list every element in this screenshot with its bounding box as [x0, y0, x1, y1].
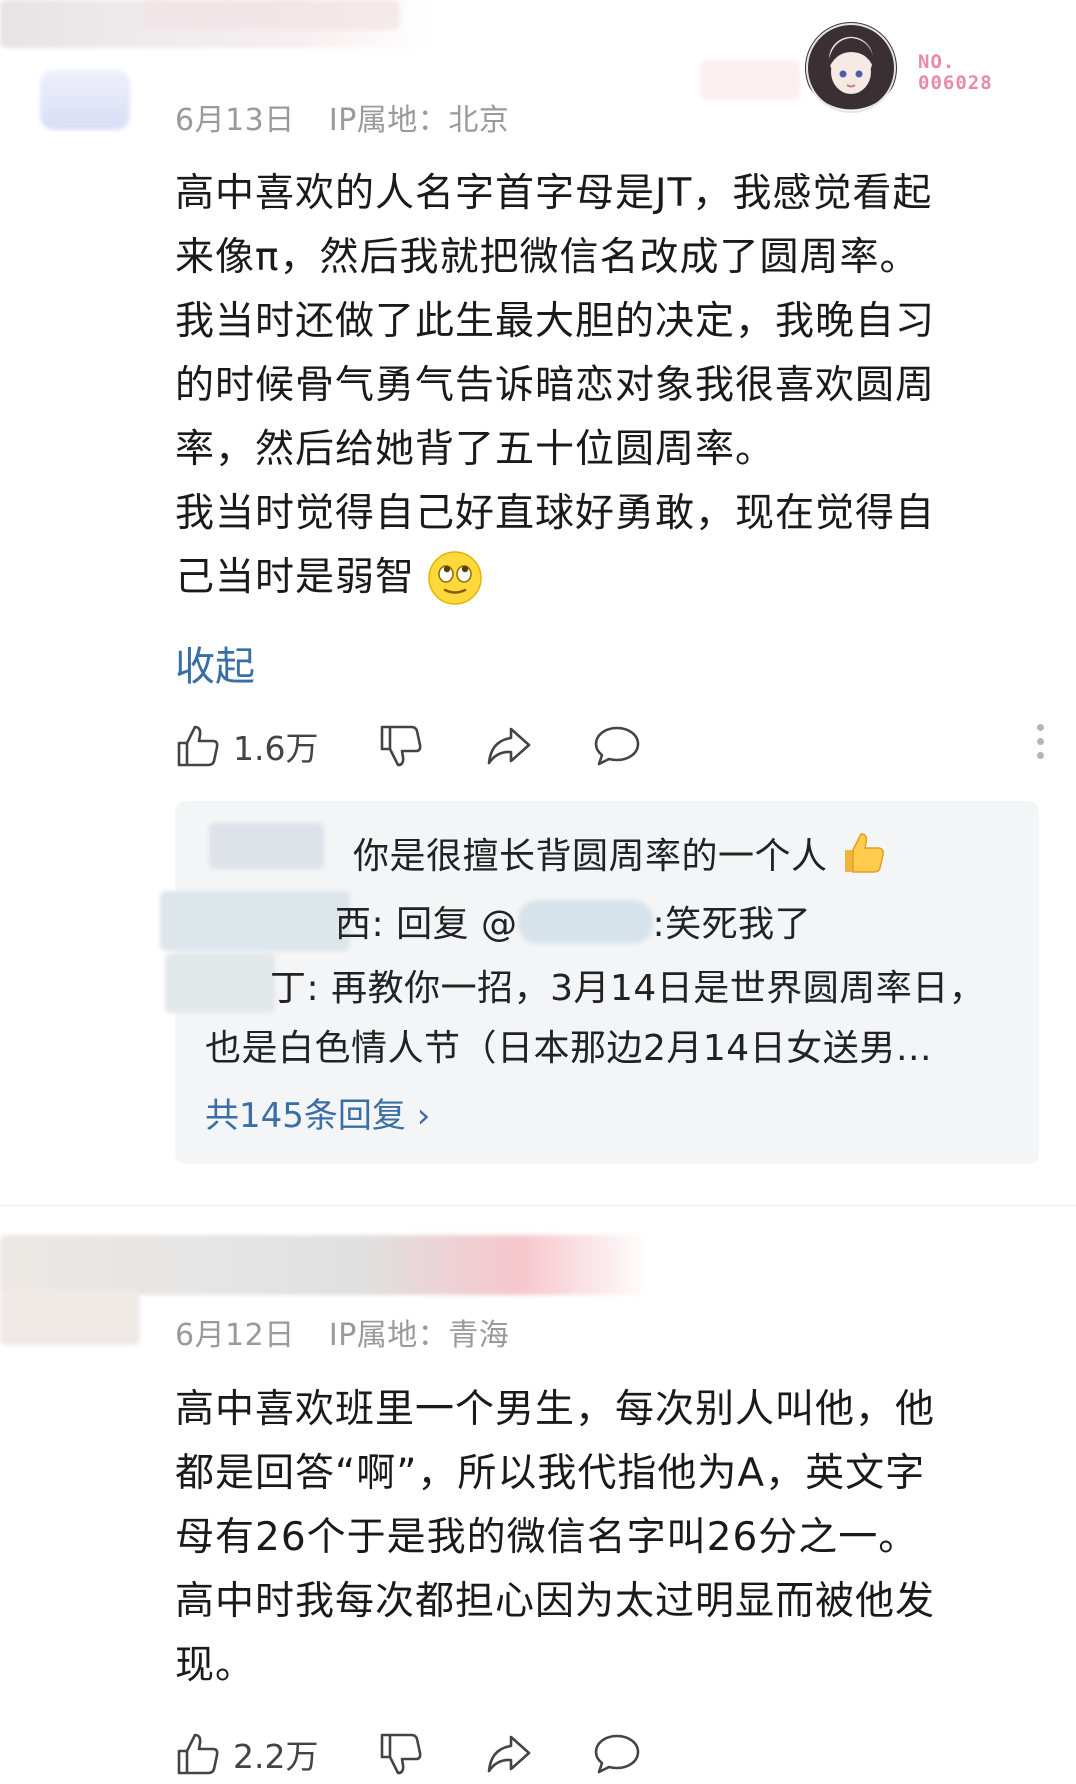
comment-line: 我当时还做了此生最大胆的决定，我晚自习	[175, 299, 936, 344]
comment-line: 高中喜欢班里一个男生，每次别人叫他，他	[175, 1387, 936, 1432]
comment-line: 来像π，然后我就把微信名改成了圆周率。	[175, 235, 920, 280]
share-icon	[487, 727, 531, 765]
comment-line: 现。	[175, 1643, 256, 1688]
comment-actions: 2.2万	[175, 1728, 1045, 1780]
reply-line-3[interactable]: 丁: 再教你一招，3月14日是世界圆周率日，	[270, 959, 985, 1011]
reply-line-4[interactable]: 也是白色情人节（日本那边2月14日女送男…	[205, 1019, 932, 1071]
user-avatar-badge[interactable]	[805, 22, 897, 114]
comment-divider	[0, 1205, 1076, 1206]
view-all-replies-link[interactable]: 共145条回复 ›	[205, 1088, 430, 1137]
reply-preview-box[interactable]: 你是很擅长背圆周率的一个人 西: 回复 @ :笑死我了 丁: 再教你一招，3月14…	[160, 801, 1039, 1164]
comment-meta: 6月13日 IP属地：北京	[175, 95, 509, 139]
thumbs-down-icon	[380, 1733, 422, 1775]
comment-line: 母有26个于是我的微信名字叫26分之一。	[175, 1515, 919, 1560]
emoji-roll-eyes-icon	[428, 551, 482, 605]
user-number-badge: NO. 006028	[918, 52, 993, 94]
comment-line: 我当时觉得自己好直球好勇敢，现在觉得自	[175, 491, 936, 536]
reply-line-2[interactable]: 西: 回复 @ :笑死我了	[335, 895, 811, 947]
reply-text: 西: 回复 @	[335, 904, 518, 945]
like-button[interactable]: 1.6万	[175, 720, 318, 772]
comment-actions: 1.6万	[175, 720, 1045, 772]
like-count: 1.6万	[233, 729, 319, 768]
ip-label: IP属地：	[328, 103, 449, 138]
collapse-link[interactable]: 收起	[175, 634, 255, 692]
reply-button[interactable]	[593, 720, 641, 772]
comment-line: 己当时是弱智	[175, 546, 1045, 610]
blurred-mention	[517, 900, 653, 944]
blurred-reply-user-3	[165, 953, 275, 1013]
dislike-button[interactable]	[378, 1728, 424, 1780]
comment-date: 6月13日	[175, 103, 295, 138]
blurred-strip	[700, 60, 800, 100]
thumbs-up-emoji-icon	[845, 833, 885, 873]
comment-line: 的时候骨气勇气告诉暗恋对象我很喜欢圆周	[175, 363, 936, 408]
blurred-reply-user-2	[160, 891, 350, 951]
comment-icon	[594, 726, 640, 766]
blurred-reply-user-1	[209, 823, 324, 869]
comment-icon	[594, 1734, 640, 1774]
ip-location: 青海	[448, 1318, 510, 1353]
comment-body: 高中喜欢的人名字首字母是JT，我感觉看起 来像π，然后我就把微信名改成了圆周率。…	[175, 162, 1045, 610]
reply-text: :笑死我了	[652, 904, 812, 945]
blurred-avatar[interactable]	[40, 70, 130, 130]
comment-body: 高中喜欢班里一个男生，每次别人叫他，他 都是回答“啊”，所以我代指他为A，英文字…	[175, 1378, 1045, 1698]
blurred-avatar[interactable]	[0, 1290, 140, 1345]
blurred-username	[0, 1235, 650, 1295]
reply-text: 你是很擅长背圆周率的一个人	[353, 836, 828, 877]
thumbs-down-icon	[380, 725, 422, 767]
comment-date: 6月12日	[175, 1318, 295, 1353]
like-button[interactable]: 2.2万	[175, 1728, 318, 1780]
badge-line-2: 006028	[918, 72, 993, 94]
blurred-tag	[140, 0, 400, 30]
reply-line-1[interactable]: 你是很擅长背圆周率的一个人	[353, 827, 887, 879]
ip-label: IP属地：	[328, 1318, 449, 1353]
comment-line-text: 己当时是弱智	[175, 555, 416, 600]
reply-button[interactable]	[593, 1728, 641, 1780]
more-icon[interactable]	[1035, 724, 1045, 766]
share-button[interactable]	[485, 720, 533, 772]
comment-line: 高中时我每次都担心因为太过明显而被他发	[175, 1579, 936, 1624]
comment-meta: 6月12日 IP属地：青海	[175, 1310, 509, 1354]
thumbs-up-icon	[177, 725, 219, 767]
like-count: 2.2万	[233, 1737, 319, 1776]
comment-line: 高中喜欢的人名字首字母是JT，我感觉看起	[175, 171, 933, 216]
share-button[interactable]	[485, 1728, 533, 1780]
comment-line: 都是回答“啊”，所以我代指他为A，英文字	[175, 1451, 926, 1496]
share-icon	[487, 1735, 531, 1773]
comment-line: 率，然后给她背了五十位圆周率。	[175, 427, 776, 472]
badge-line-1: NO.	[918, 51, 956, 73]
ip-location: 北京	[448, 103, 510, 138]
thumbs-up-icon	[177, 1733, 219, 1775]
dislike-button[interactable]	[378, 720, 424, 772]
avatar-face-icon	[806, 23, 896, 113]
